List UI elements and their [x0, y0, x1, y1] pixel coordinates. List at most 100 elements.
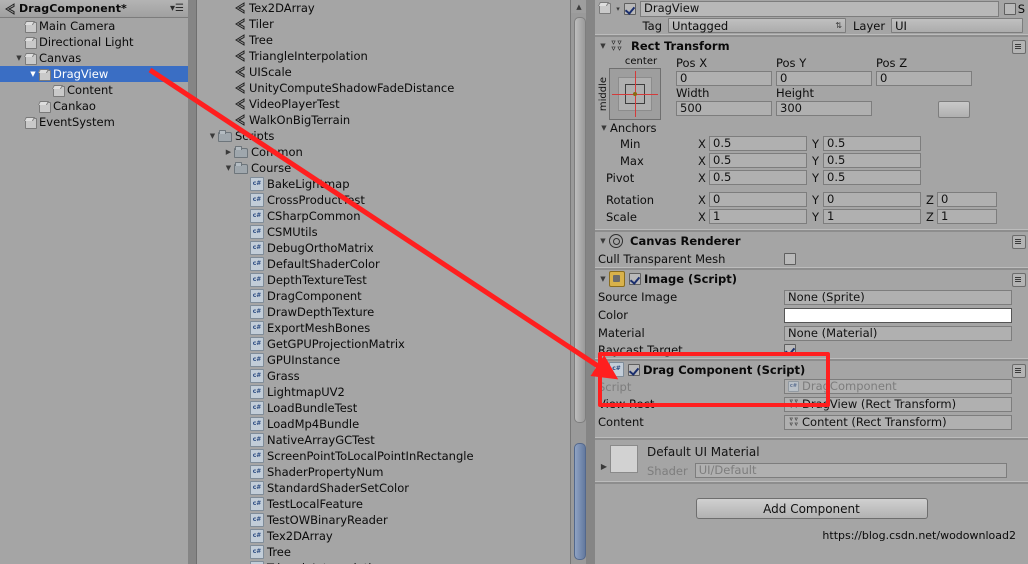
- project-item[interactable]: c# BakeLightmap: [197, 176, 571, 192]
- project-item[interactable]: c# CrossProductTest: [197, 192, 571, 208]
- foldout-triangle-down-icon[interactable]: ▼: [28, 70, 38, 78]
- hierarchy-item-eventsystem[interactable]: EventSystem: [0, 114, 188, 130]
- project-item[interactable]: c# DebugOrthoMatrix: [197, 240, 571, 256]
- project-item[interactable]: c# CSMUtils: [197, 224, 571, 240]
- project-item[interactable]: c# LightmapUV2: [197, 384, 571, 400]
- foldout-triangle-down-icon[interactable]: ▼: [14, 54, 24, 62]
- project-item[interactable]: UIScale: [197, 64, 571, 80]
- image-menu-icon[interactable]: [1012, 273, 1026, 287]
- layer-dropdown[interactable]: UI: [891, 18, 1023, 33]
- project-item[interactable]: c# DragComponent: [197, 288, 571, 304]
- rect-transform-header[interactable]: ▼ Rect Transform: [595, 37, 1028, 55]
- rotation-x-input[interactable]: 0: [709, 192, 807, 207]
- project-item[interactable]: c# ExportMeshBones: [197, 320, 571, 336]
- anchors-foldout-icon[interactable]: ▼: [598, 124, 610, 132]
- hierarchy-item-directional light[interactable]: Directional Light: [0, 34, 188, 50]
- image-component-header[interactable]: ▼ Image (Script): [595, 270, 1028, 288]
- hierarchy-item-main camera[interactable]: Main Camera: [0, 18, 188, 34]
- project-item[interactable]: c# Tree: [197, 544, 571, 560]
- foldout-triangle-down-icon[interactable]: ▼: [597, 237, 609, 245]
- project-item[interactable]: c# NativeArrayGCTest: [197, 432, 571, 448]
- foldout-triangle-down-icon[interactable]: ▼: [597, 275, 609, 283]
- scale-z-input[interactable]: 1: [937, 209, 997, 224]
- height-input[interactable]: 300: [776, 101, 872, 116]
- static-checkbox[interactable]: [1003, 2, 1016, 15]
- project-item[interactable]: c# ScreenPointToLocalPointInRectangle: [197, 448, 571, 464]
- foldout-triangle-down-icon[interactable]: ▼: [597, 42, 609, 50]
- anchor-preset-widget[interactable]: [609, 68, 661, 120]
- anchors-max-y-input[interactable]: 0.5: [823, 153, 921, 168]
- blueprint-mode-button[interactable]: [938, 101, 970, 118]
- object-active-checkbox[interactable]: [624, 2, 636, 15]
- material-field[interactable]: None (Material): [784, 325, 1012, 341]
- drag-component-enabled-checkbox[interactable]: [628, 363, 640, 376]
- hierarchy-item-cankao[interactable]: Cankao: [0, 98, 188, 114]
- center-resize-gutter[interactable]: [586, 0, 595, 564]
- drag-component-menu-icon[interactable]: [1012, 364, 1026, 378]
- drag-component-header[interactable]: ▼ c# Drag Component (Script): [595, 361, 1028, 378]
- pivot-y-input[interactable]: 0.5: [823, 170, 921, 185]
- tag-dropdown[interactable]: Untagged ⇅: [668, 18, 846, 33]
- project-item[interactable]: c# LoadMp4Bundle: [197, 416, 571, 432]
- project-item[interactable]: c# GetGPUProjectionMatrix: [197, 336, 571, 352]
- cull-transparent-mesh-checkbox[interactable]: [784, 252, 796, 265]
- project-item[interactable]: TriangleInterpolation: [197, 48, 571, 64]
- scroll-up-icon[interactable]: ▲: [571, 0, 587, 13]
- project-item[interactable]: c# DefaultShaderColor: [197, 256, 571, 272]
- add-component-button[interactable]: Add Component: [695, 498, 928, 519]
- foldout-triangle-down-icon[interactable]: ▼: [597, 366, 609, 374]
- hierarchy-item-canvas[interactable]: ▼ Canvas: [0, 50, 188, 66]
- material-foldout-icon[interactable]: ▶: [598, 445, 610, 478]
- foldout-triangle-right-icon[interactable]: ▶: [223, 148, 234, 156]
- pivot-x-input[interactable]: 0.5: [709, 170, 807, 185]
- anchors-foldout-row[interactable]: ▼ Anchors: [595, 120, 1028, 135]
- raycast-target-checkbox[interactable]: [784, 344, 796, 356]
- project-item[interactable]: c# GPUInstance: [197, 352, 571, 368]
- scrollbar-track[interactable]: [571, 13, 587, 564]
- hierarchy-menu-icon[interactable]: ▾☰: [170, 3, 184, 14]
- shader-field[interactable]: UI/Default: [694, 463, 1007, 478]
- rect-transform-menu-icon[interactable]: [1012, 40, 1026, 54]
- anchors-min-y-input[interactable]: 0.5: [823, 136, 921, 151]
- pos-x-input[interactable]: 0: [676, 71, 772, 86]
- object-name-input[interactable]: DragView: [640, 0, 999, 17]
- hierarchy-item-dragview[interactable]: ▼ DragView: [0, 66, 188, 82]
- prefab-chevron-down-icon[interactable]: ▾: [614, 5, 622, 13]
- project-item[interactable]: c# Tex2DArray: [197, 528, 571, 544]
- project-item[interactable]: c# StandardShaderSetColor: [197, 480, 571, 496]
- scrollbar-thumb-upper[interactable]: [574, 17, 586, 423]
- project-item[interactable]: UnityComputeShadowFadeDistance: [197, 80, 571, 96]
- scale-y-input[interactable]: 1: [823, 209, 921, 224]
- project-item[interactable]: c# ShaderPropertyNum: [197, 464, 571, 480]
- project-item[interactable]: c# CSharpCommon: [197, 208, 571, 224]
- project-item[interactable]: ▼ Course: [197, 160, 571, 176]
- view-rect-field[interactable]: DragView (Rect Transform): [784, 396, 1012, 412]
- project-item[interactable]: c# TestLocalFeature: [197, 496, 571, 512]
- project-item[interactable]: c# TestOWBinaryReader: [197, 512, 571, 528]
- source-image-field[interactable]: None (Sprite): [784, 289, 1012, 305]
- project-item[interactable]: Tex2DArray: [197, 0, 571, 16]
- pos-y-input[interactable]: 0: [776, 71, 872, 86]
- color-swatch-field[interactable]: [784, 307, 1012, 323]
- project-item[interactable]: c# DrawDepthTexture: [197, 304, 571, 320]
- canvas-renderer-menu-icon[interactable]: [1012, 235, 1026, 249]
- pos-z-input[interactable]: 0: [876, 71, 972, 86]
- project-item[interactable]: VideoPlayerTest: [197, 96, 571, 112]
- scale-x-input[interactable]: 1: [709, 209, 807, 224]
- project-item[interactable]: Tree: [197, 32, 571, 48]
- canvas-renderer-header[interactable]: ▼ Canvas Renderer: [595, 232, 1028, 250]
- foldout-triangle-down-icon[interactable]: ▼: [223, 164, 234, 172]
- project-item[interactable]: c# DepthTextureTest: [197, 272, 571, 288]
- scrollbar-thumb[interactable]: [574, 443, 586, 560]
- rotation-z-input[interactable]: 0: [937, 192, 997, 207]
- anchors-min-x-input[interactable]: 0.5: [709, 136, 807, 151]
- project-item[interactable]: WalkOnBigTerrain: [197, 112, 571, 128]
- rotation-y-input[interactable]: 0: [823, 192, 921, 207]
- project-item[interactable]: ▼ Scripts: [197, 128, 571, 144]
- hierarchy-resize-gutter[interactable]: [188, 0, 196, 564]
- project-item[interactable]: c# Grass: [197, 368, 571, 384]
- project-item[interactable]: c#TriangleInterpolation: [197, 560, 571, 564]
- width-input[interactable]: 500: [676, 101, 772, 116]
- foldout-triangle-down-icon[interactable]: ▼: [207, 132, 218, 140]
- project-item[interactable]: c# LoadBundleTest: [197, 400, 571, 416]
